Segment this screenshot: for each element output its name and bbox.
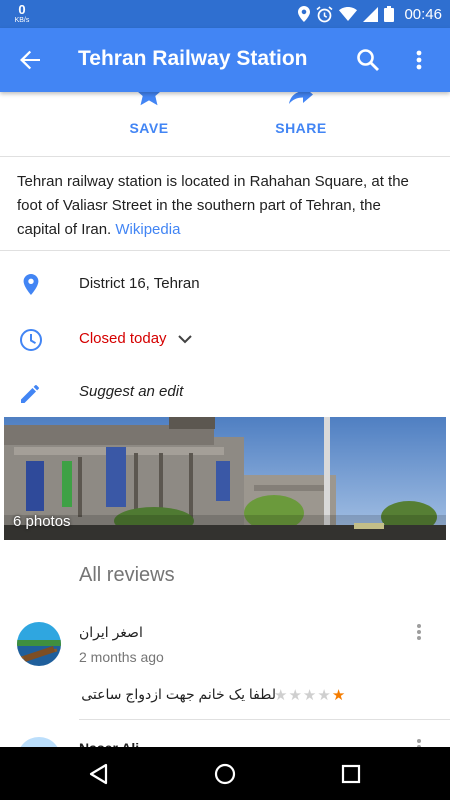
network-speed-unit: KB/s [14,17,30,24]
address-text: District 16, Tehran [79,275,200,292]
star-empty-icon: ★ [317,687,331,704]
save-label: SAVE [129,120,169,136]
signal-icon [363,6,379,22]
star-filled-icon: ★ [331,687,346,704]
photo-gallery[interactable]: 6 photos [4,417,446,540]
reviews-heading: All reviews [79,564,175,586]
review-text: لطفا یک خانم جهت ازدواج ساعتی [81,686,276,702]
search-icon[interactable] [354,46,382,74]
reviewer-name: اصغر ایران [79,624,143,640]
divider [0,250,450,251]
battery-icon [384,6,395,22]
back-arrow-icon[interactable] [16,46,44,74]
wifi-icon [339,7,358,21]
save-button[interactable]: SAVE [99,80,199,156]
clock-icon [18,327,44,353]
wikipedia-link[interactable]: Wikipedia [115,221,180,238]
hours-status: Closed today [79,330,167,347]
place-description: Tehran railway station is located in Rah… [17,170,422,242]
suggest-edit-row[interactable]: Suggest an edit [0,372,450,412]
review-time: 2 months ago [79,649,164,665]
network-speed: 0 KB/s [10,3,34,24]
star-empty-icon: ★ [274,687,288,704]
status-icons: 00:46 [298,5,442,23]
avatar[interactable] [17,622,61,666]
description-text: Tehran railway station is located in Rah… [17,173,409,238]
action-row: SAVE SHARE [0,80,450,157]
review-more-icon[interactable] [412,622,426,642]
app-bar: Tehran Railway Station [0,28,450,92]
network-speed-value: 0 [18,2,26,17]
nav-recents-icon[interactable] [338,761,364,787]
nav-home-icon[interactable] [212,761,238,787]
photo-count: 6 photos [13,513,71,530]
nav-back-icon[interactable] [86,761,112,787]
location-pin-icon [18,272,44,298]
review-rating: ★ ★ ★ ★ ★ [274,686,345,704]
share-label: SHARE [275,120,327,136]
suggest-edit-text: Suggest an edit [79,383,184,400]
hours-row[interactable]: Closed today [0,319,450,359]
page-title: Tehran Railway Station [78,47,308,70]
divider [79,719,450,720]
star-empty-icon: ★ [302,687,317,704]
share-button[interactable]: SHARE [251,86,351,156]
status-bar: 0 KB/s 00:46 [0,0,450,28]
address-row[interactable]: District 16, Tehran [0,264,450,304]
pencil-icon [18,380,44,406]
location-icon [298,6,311,22]
alarm-icon [316,5,333,23]
system-nav-bar [0,747,450,800]
star-empty-icon: ★ [288,687,302,704]
chevron-down-icon[interactable] [176,332,194,351]
status-time: 00:46 [404,5,442,23]
more-vert-icon[interactable] [408,46,430,74]
